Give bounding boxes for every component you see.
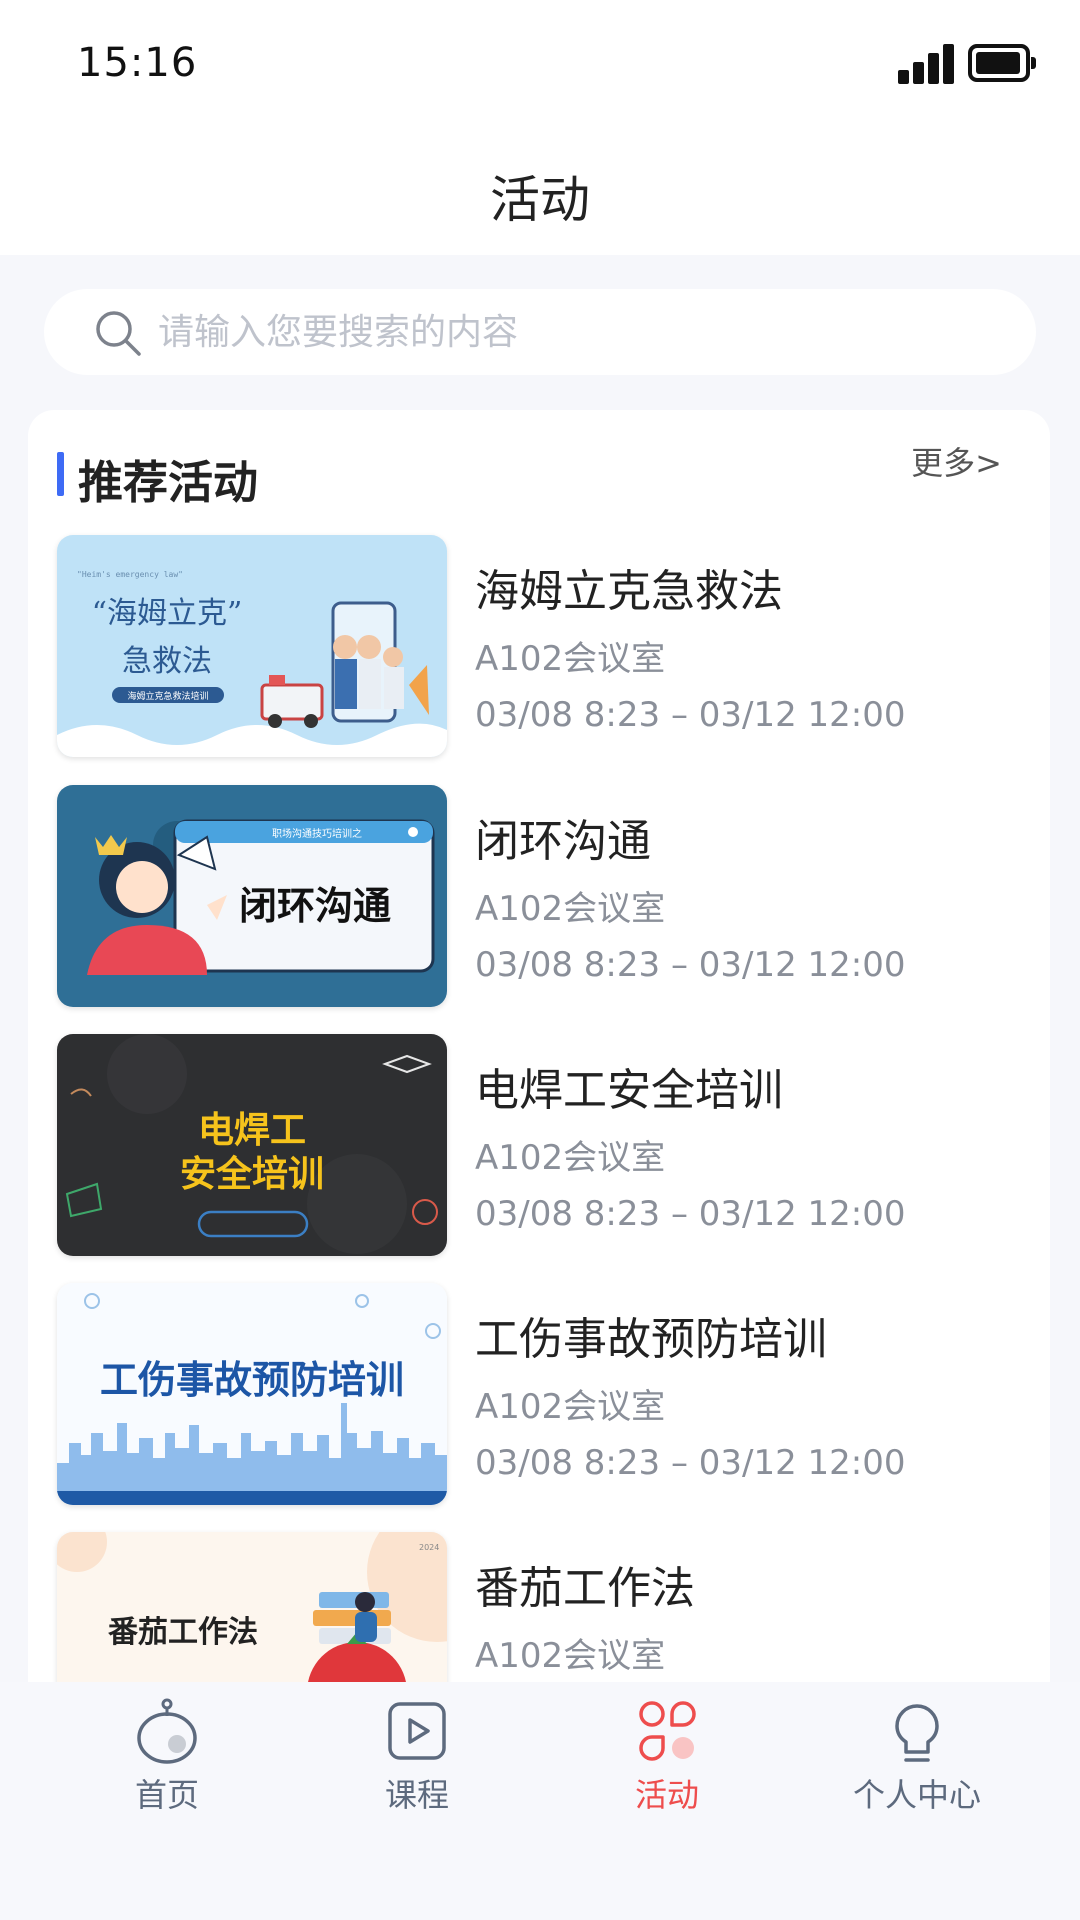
- search-input[interactable]: [158, 301, 978, 363]
- tab-label: 个人中心: [852, 1776, 981, 1814]
- tab-label: 首页: [134, 1776, 199, 1814]
- thumb-main: 闭环沟通: [239, 884, 391, 928]
- activity-location: A102会议室: [475, 1387, 666, 1427]
- bottom-tab-bar: 首页 课程 活动 个人中心: [0, 1682, 1080, 1920]
- thumb-line2: 安全培训: [180, 1153, 324, 1195]
- activity-time: 03/08 8:23 – 03/12 12:00: [475, 695, 906, 735]
- tab-activities[interactable]: 活动: [567, 1696, 767, 1826]
- activity-thumbnail: 电焊工 安全培训: [57, 1034, 447, 1256]
- home-robot-icon: [137, 1698, 197, 1764]
- thumb-badge-text: 海姆立克急救法培训: [127, 690, 208, 702]
- activity-title: 工伤事故预防培训: [475, 1314, 827, 1365]
- status-time: 15:16: [77, 40, 198, 86]
- activity-item[interactable]: 电焊工 安全培训 电焊工安全培训 A102会议室 03/08 8:23 – 03…: [57, 1034, 1017, 1256]
- activity-title: 电焊工安全培训: [475, 1065, 783, 1116]
- tab-courses[interactable]: 课程: [317, 1696, 517, 1826]
- section-title: 推荐活动: [78, 456, 259, 509]
- activity-location: A102会议室: [475, 1636, 666, 1676]
- battery-icon: [968, 44, 1036, 82]
- recommended-activities-card: 推荐活动 更多> "Heim's emergency law" “海姆立克” 急…: [28, 410, 1050, 1710]
- activity-thumbnail: 工伤事故预防培训: [57, 1283, 447, 1505]
- activity-item[interactable]: "Heim's emergency law" “海姆立克” 急救法 海姆立克急救…: [57, 535, 1017, 757]
- tab-home[interactable]: 首页: [67, 1696, 267, 1826]
- tab-profile[interactable]: 个人中心: [817, 1696, 1017, 1826]
- tab-label: 活动: [634, 1776, 699, 1814]
- search-icon: [96, 311, 141, 356]
- thumb-line1: 电焊工: [198, 1110, 306, 1151]
- activity-screen: 15:16 活动 推荐活动 更多>: [0, 0, 1080, 1920]
- thumb-header: 职场沟通技巧培训之: [272, 827, 362, 840]
- section-accent-bar: [57, 452, 64, 496]
- activity-title: 海姆立克急救法: [475, 566, 783, 617]
- person-bulb-icon: [895, 1704, 939, 1762]
- status-bar: 15:16: [0, 0, 1080, 130]
- activity-location: A102会议室: [475, 889, 666, 929]
- activity-title: 番茄工作法: [475, 1563, 695, 1614]
- search-bar[interactable]: [44, 289, 1036, 375]
- activity-time: 03/08 8:23 – 03/12 12:00: [475, 945, 906, 985]
- thumb-year: 2024: [419, 1543, 439, 1552]
- page-title: 活动: [490, 171, 590, 229]
- play-square-icon: [388, 1702, 446, 1760]
- activity-thumbnail: 职场沟通技巧培训之 闭环沟通: [57, 785, 447, 1007]
- activity-location: A102会议室: [475, 1138, 666, 1178]
- thumb-line1: “海姆立克”: [92, 596, 243, 631]
- activity-item[interactable]: 工伤事故预防培训 工伤事故预防培训 A102会议室 03/08 8:23 – 0…: [57, 1283, 1017, 1505]
- activity-thumbnail: "Heim's emergency law" “海姆立克” 急救法 海姆立克急救…: [57, 535, 447, 757]
- activity-time: 03/08 8:23 – 03/12 12:00: [475, 1443, 906, 1483]
- nav-header: 活动: [0, 130, 1080, 255]
- activity-title: 闭环沟通: [475, 816, 651, 867]
- thumb-main: 工伤事故预防培训: [100, 1358, 404, 1402]
- activity-circles-icon: [639, 1701, 696, 1761]
- activity-location: A102会议室: [475, 639, 666, 679]
- signal-icon: [898, 44, 956, 84]
- thumb-small-text: "Heim's emergency law": [77, 570, 183, 579]
- thumb-main: 番茄工作法: [108, 1615, 258, 1650]
- more-link[interactable]: 更多>: [911, 438, 1002, 484]
- tab-label: 课程: [384, 1776, 449, 1814]
- activity-item[interactable]: 职场沟通技巧培训之 闭环沟通 闭环沟通 A102会议室 03/08 8:23 –…: [57, 785, 1017, 1007]
- thumb-line2: 急救法: [122, 644, 212, 679]
- activity-time: 03/08 8:23 – 03/12 12:00: [475, 1194, 906, 1234]
